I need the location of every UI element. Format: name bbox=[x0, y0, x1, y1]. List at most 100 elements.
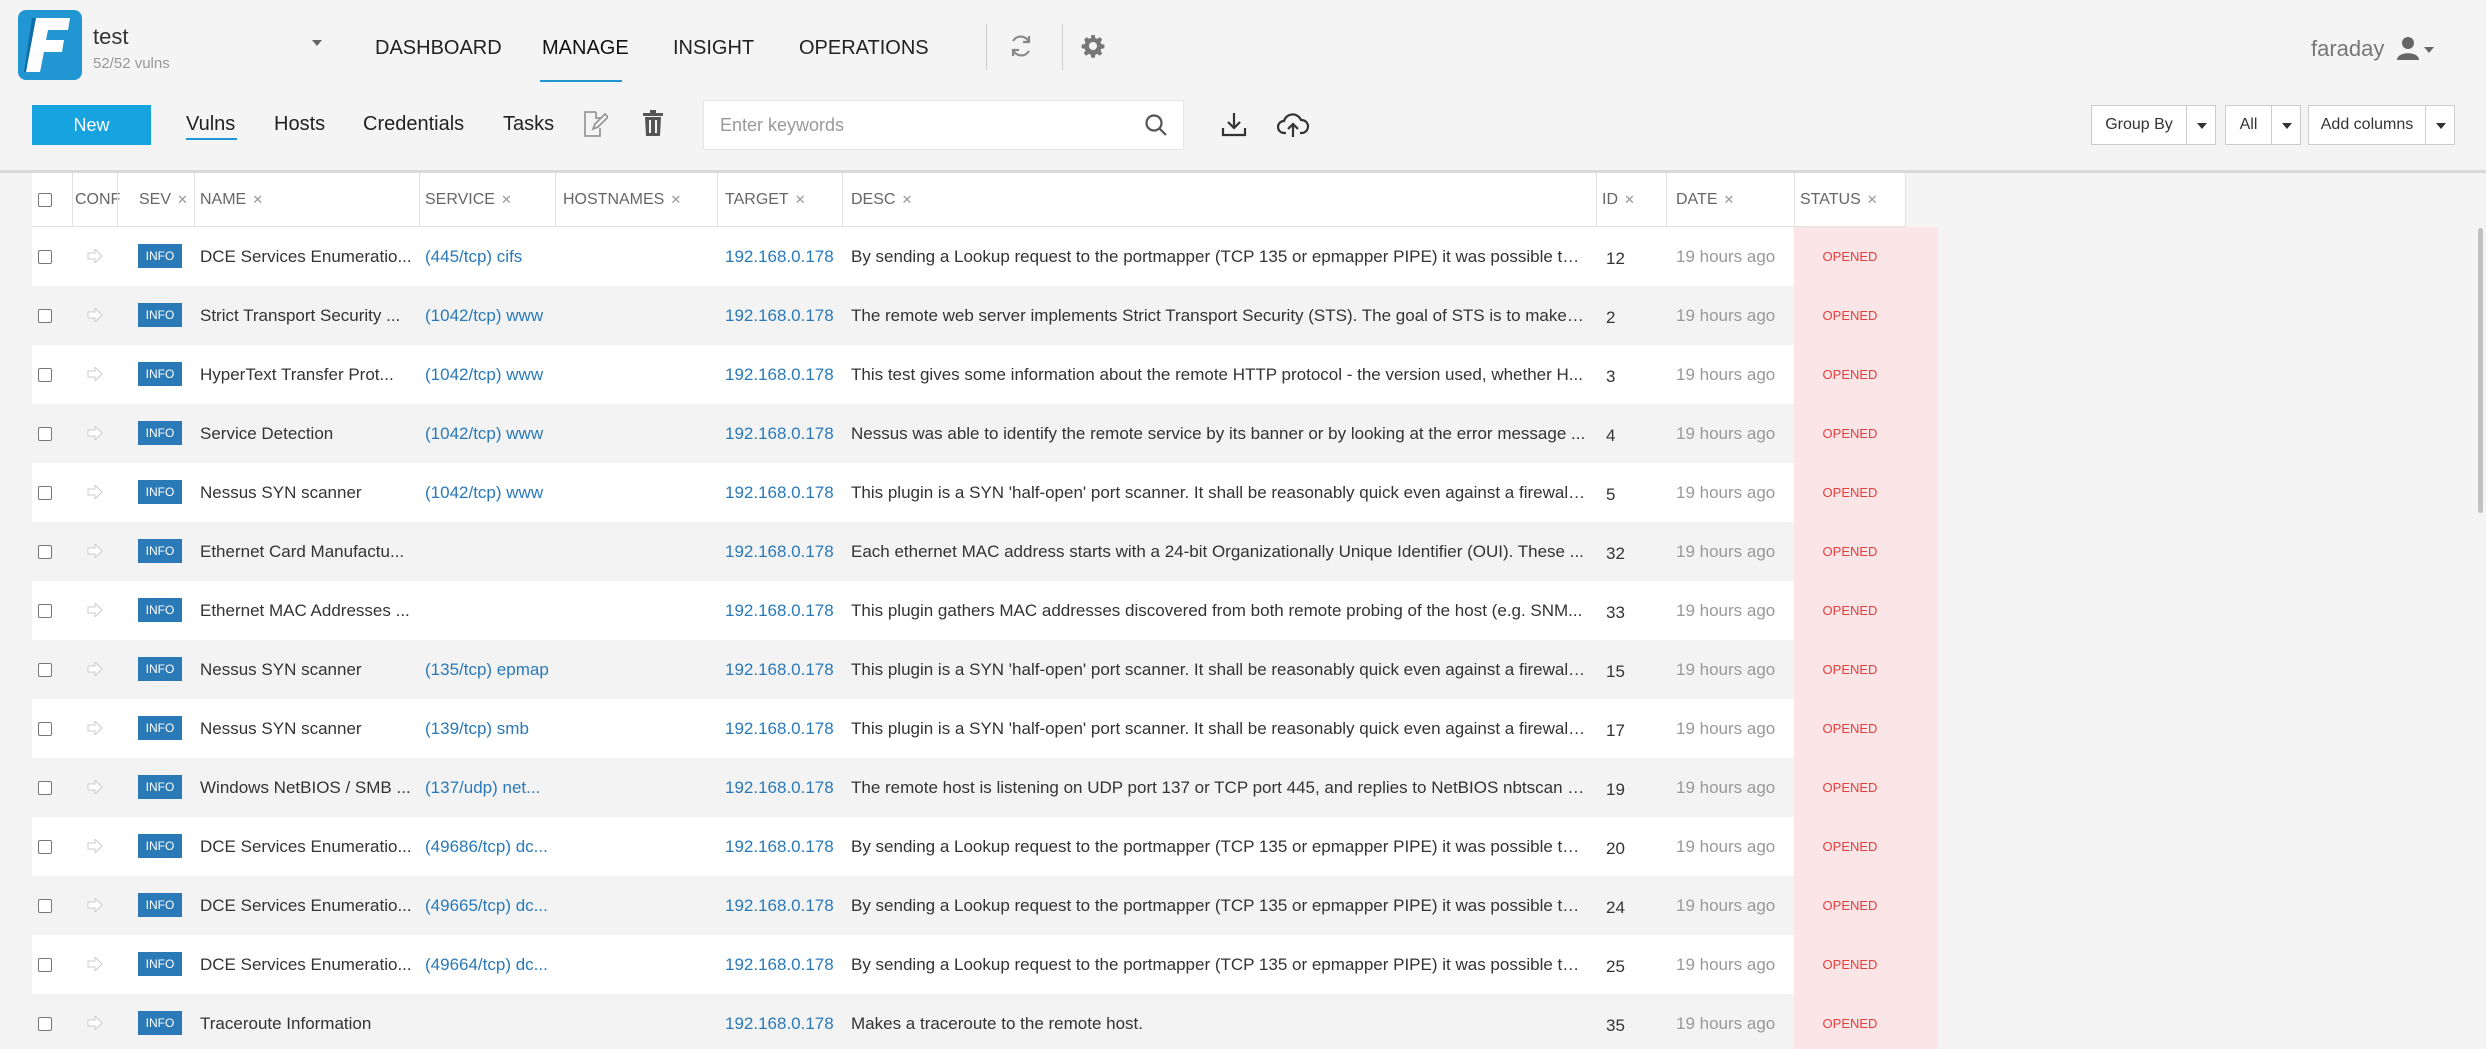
close-icon[interactable]: ✕ bbox=[501, 192, 512, 208]
download-icon[interactable] bbox=[1221, 111, 1247, 142]
arrow-right-icon[interactable] bbox=[87, 837, 103, 858]
status-badge[interactable]: OPENED bbox=[1794, 581, 1906, 640]
vuln-name[interactable]: DCE Services Enumeratio... bbox=[200, 935, 420, 994]
arrow-right-icon[interactable] bbox=[87, 542, 103, 563]
arrow-right-icon[interactable] bbox=[87, 483, 103, 504]
vuln-service[interactable] bbox=[425, 581, 585, 640]
row-checkbox[interactable] bbox=[38, 368, 52, 382]
status-badge[interactable]: OPENED bbox=[1794, 345, 1906, 404]
arrow-right-icon[interactable] bbox=[87, 660, 103, 681]
vuln-name[interactable]: Service Detection bbox=[200, 404, 420, 463]
row-checkbox[interactable] bbox=[38, 545, 52, 559]
filter-all-button[interactable]: All bbox=[2225, 105, 2272, 145]
table-row[interactable]: INFO Traceroute Information 192.168.0.178 M… bbox=[32, 994, 1906, 1049]
faraday-logo[interactable] bbox=[18, 10, 82, 80]
status-badge[interactable]: OPENED bbox=[1794, 935, 1906, 994]
tab-credentials[interactable]: Credentials bbox=[363, 113, 464, 136]
row-checkbox[interactable] bbox=[38, 722, 52, 736]
vuln-service[interactable]: (1042/tcp) www bbox=[425, 345, 585, 404]
table-row[interactable]: INFO Ethernet Card Manufactu... 192.168.0.… bbox=[32, 522, 1906, 581]
close-icon[interactable]: ✕ bbox=[1723, 192, 1734, 208]
workspace-chevron-down-icon[interactable] bbox=[312, 40, 322, 46]
new-vuln-button[interactable]: New bbox=[32, 105, 151, 145]
close-icon[interactable]: ✕ bbox=[901, 192, 912, 208]
vuln-name[interactable]: DCE Services Enumeratio... bbox=[200, 876, 420, 935]
status-badge[interactable]: OPENED bbox=[1794, 876, 1906, 935]
arrow-right-icon[interactable] bbox=[87, 778, 103, 799]
refresh-icon[interactable] bbox=[1008, 33, 1034, 64]
row-checkbox[interactable] bbox=[38, 663, 52, 677]
vuln-service[interactable]: (1042/tcp) www bbox=[425, 286, 585, 345]
add-columns-chevron-down-icon[interactable] bbox=[2425, 105, 2455, 145]
row-checkbox[interactable] bbox=[38, 899, 52, 913]
user-icon[interactable] bbox=[2397, 36, 2419, 65]
vuln-name[interactable]: DCE Services Enumeratio... bbox=[200, 817, 420, 876]
vuln-name[interactable]: Nessus SYN scanner bbox=[200, 640, 420, 699]
vuln-service[interactable]: (1042/tcp) www bbox=[425, 404, 585, 463]
arrow-right-icon[interactable] bbox=[87, 424, 103, 445]
nav-operations[interactable]: OPERATIONS bbox=[799, 37, 929, 60]
table-row[interactable]: INFO Nessus SYN scanner (139/tcp) smb 192.1… bbox=[32, 699, 1906, 758]
close-icon[interactable]: ✕ bbox=[177, 192, 188, 208]
table-row[interactable]: INFO DCE Services Enumeratio... (49686/tcp… bbox=[32, 817, 1906, 876]
column-header-desc[interactable]: DESC ✕ bbox=[851, 173, 912, 227]
table-row[interactable]: INFO DCE Services Enumeratio... (445/tcp) … bbox=[32, 227, 1906, 286]
upload-cloud-icon[interactable] bbox=[1276, 112, 1310, 143]
status-badge[interactable]: OPENED bbox=[1794, 817, 1906, 876]
close-icon[interactable]: ✕ bbox=[252, 192, 263, 208]
arrow-right-icon[interactable] bbox=[87, 1014, 103, 1035]
vuln-service[interactable]: (445/tcp) cifs bbox=[425, 227, 585, 286]
column-header-conf[interactable]: CONF bbox=[75, 173, 120, 227]
row-checkbox[interactable] bbox=[38, 1017, 52, 1031]
table-row[interactable]: INFO Service Detection (1042/tcp) www 192.1… bbox=[32, 404, 1906, 463]
status-badge[interactable]: OPENED bbox=[1794, 522, 1906, 581]
search-input[interactable] bbox=[720, 113, 1120, 137]
nav-manage[interactable]: MANAGE bbox=[542, 37, 629, 60]
trash-icon[interactable] bbox=[642, 110, 664, 141]
vuln-service[interactable]: (49686/tcp) dc... bbox=[425, 817, 585, 876]
user-chevron-down-icon[interactable] bbox=[2424, 47, 2434, 53]
table-row[interactable]: INFO Windows NetBIOS / SMB ... (137/udp) n… bbox=[32, 758, 1906, 817]
status-badge[interactable]: OPENED bbox=[1794, 463, 1906, 522]
row-checkbox[interactable] bbox=[38, 958, 52, 972]
column-header-hostnames[interactable]: HOSTNAMES ✕ bbox=[563, 173, 681, 227]
table-row[interactable]: INFO DCE Services Enumeratio... (49665/tcp… bbox=[32, 876, 1906, 935]
table-row[interactable]: INFO Nessus SYN scanner (1042/tcp) www 192.… bbox=[32, 463, 1906, 522]
add-columns-button[interactable]: Add columns bbox=[2308, 105, 2426, 145]
status-badge[interactable]: OPENED bbox=[1794, 640, 1906, 699]
table-row[interactable]: INFO Ethernet MAC Addresses ... 192.168.0.… bbox=[32, 581, 1906, 640]
vuln-service[interactable]: (137/udp) net... bbox=[425, 758, 585, 817]
vertical-scrollbar[interactable] bbox=[2478, 228, 2483, 513]
row-checkbox[interactable] bbox=[38, 840, 52, 854]
tab-vulns[interactable]: Vulns bbox=[186, 113, 235, 136]
vuln-name[interactable]: Nessus SYN scanner bbox=[200, 463, 420, 522]
status-badge[interactable]: OPENED bbox=[1794, 227, 1906, 286]
nav-insight[interactable]: INSIGHT bbox=[673, 37, 754, 60]
status-badge[interactable]: OPENED bbox=[1794, 286, 1906, 345]
row-checkbox[interactable] bbox=[38, 604, 52, 618]
status-badge[interactable]: OPENED bbox=[1794, 994, 1906, 1049]
close-icon[interactable]: ✕ bbox=[795, 192, 806, 208]
arrow-right-icon[interactable] bbox=[87, 955, 103, 976]
search-icon[interactable] bbox=[1144, 113, 1168, 142]
close-icon[interactable]: ✕ bbox=[670, 192, 681, 208]
vuln-name[interactable]: DCE Services Enumeratio... bbox=[200, 227, 420, 286]
row-checkbox[interactable] bbox=[38, 250, 52, 264]
vuln-service[interactable]: (49664/tcp) dc... bbox=[425, 935, 585, 994]
table-row[interactable]: INFO Nessus SYN scanner (135/tcp) epmap 192… bbox=[32, 640, 1906, 699]
column-header-date[interactable]: DATE ✕ bbox=[1676, 173, 1734, 227]
arrow-right-icon[interactable] bbox=[87, 306, 103, 327]
column-header-id[interactable]: ID ✕ bbox=[1602, 173, 1635, 227]
table-row[interactable]: INFO HyperText Transfer Prot... (1042/tcp)… bbox=[32, 345, 1906, 404]
nav-dashboard[interactable]: DASHBOARD bbox=[375, 37, 502, 60]
status-badge[interactable]: OPENED bbox=[1794, 758, 1906, 817]
vuln-service[interactable] bbox=[425, 994, 585, 1049]
arrow-right-icon[interactable] bbox=[87, 365, 103, 386]
table-row[interactable]: INFO Strict Transport Security ... (1042/t… bbox=[32, 286, 1906, 345]
row-checkbox[interactable] bbox=[38, 486, 52, 500]
vuln-service[interactable]: (49665/tcp) dc... bbox=[425, 876, 585, 935]
select-all-checkbox[interactable] bbox=[38, 193, 52, 207]
vuln-name[interactable]: Strict Transport Security ... bbox=[200, 286, 420, 345]
arrow-right-icon[interactable] bbox=[87, 896, 103, 917]
close-icon[interactable]: ✕ bbox=[1624, 192, 1635, 208]
